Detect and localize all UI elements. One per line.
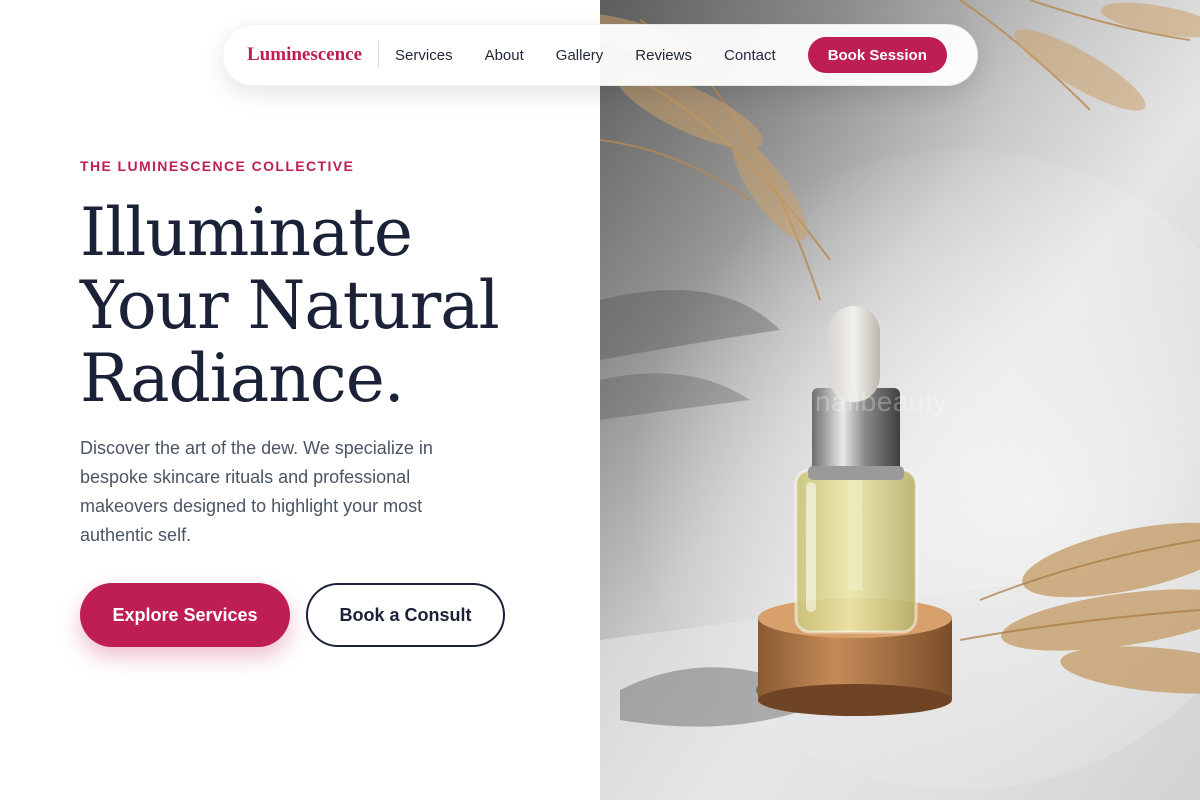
hero-eyebrow: THE LUMINESCENCE COLLECTIVE bbox=[80, 158, 355, 174]
book-session-button[interactable]: Book Session bbox=[807, 37, 947, 73]
nav-link-contact[interactable]: Contact bbox=[724, 47, 776, 64]
headline-line-1: Illuminate bbox=[80, 194, 413, 271]
nav-link-gallery[interactable]: Gallery bbox=[556, 47, 604, 64]
nav-link-services[interactable]: Services bbox=[395, 47, 453, 64]
hero-headline: Illuminate Your Natural Radiance. bbox=[80, 196, 580, 415]
explore-services-button[interactable]: Explore Services bbox=[80, 583, 290, 647]
nav-link-about[interactable]: About bbox=[485, 47, 524, 64]
book-consult-button[interactable]: Book a Consult bbox=[306, 583, 505, 647]
headline-line-3: Radiance. bbox=[80, 340, 405, 417]
headline-line-2: Your Natural bbox=[80, 267, 500, 344]
brand-logo[interactable]: Luminescence bbox=[247, 44, 362, 66]
image-watermark: naiibeauty bbox=[815, 386, 948, 417]
nav-divider bbox=[378, 41, 380, 69]
main-navbar: Luminescence Services About Gallery Revi… bbox=[222, 24, 978, 86]
nav-link-reviews[interactable]: Reviews bbox=[635, 47, 692, 64]
nav-links: Services About Gallery Reviews Contact bbox=[395, 47, 776, 64]
hero-description: Discover the art of the dew. We speciali… bbox=[80, 438, 433, 545]
